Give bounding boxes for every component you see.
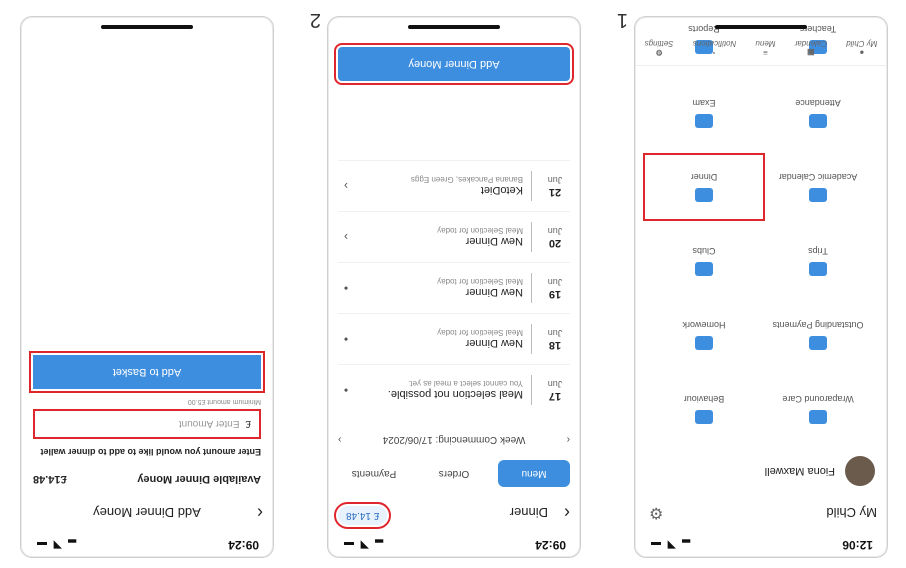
amount-placeholder: Enter Amount (178, 418, 240, 430)
tile-clubs[interactable]: Clubs (647, 229, 761, 293)
week-selector: ‹ Week Commencing: 17/06/2024 › (338, 434, 570, 445)
page-title: My Child (826, 505, 877, 521)
step-number-1: 1 (616, 9, 628, 31)
tab-orders[interactable]: Orders (418, 460, 490, 487)
dot-icon: • (343, 332, 349, 346)
page-title: Add Dinner Money (93, 505, 201, 521)
tile-icon (809, 262, 827, 276)
phone-screen-dinner: 09:24 ▂ ◥ ▬ ‹ Dinner £ 14.48 Menu Orders… (327, 16, 581, 558)
available-balance: Available Dinner Money £14.48 (33, 473, 261, 485)
status-time: 09:24 (228, 538, 259, 552)
tile-homework[interactable]: Homework (647, 303, 761, 367)
tile-icon (809, 188, 827, 202)
chevron-left-icon[interactable]: ‹ (567, 434, 570, 445)
day-list: 17 Jun Meal selection not possible. You ca… (338, 160, 570, 415)
gear-icon: ⚙ (655, 48, 663, 57)
tile-dinner[interactable]: Dinner (647, 155, 761, 219)
calendar-icon: ▦ (807, 48, 815, 57)
chevron-right-icon[interactable]: › (338, 434, 341, 445)
dot-icon: • (343, 281, 349, 295)
home-indicator (715, 25, 807, 29)
nav-menu[interactable]: ≡ Menu (755, 39, 775, 57)
dot-icon: • (343, 383, 349, 397)
nav-calendar[interactable]: ▦ Calendar (795, 39, 827, 57)
list-item[interactable]: 17 Jun Meal selection not possible. You ca… (338, 364, 570, 415)
phone-screen-add-dinner-money: 09:24 ▂ ◥ ▬ ‹ Add Dinner Money Available… (20, 16, 274, 558)
tile-wraparound-care[interactable]: Wraparound Care (761, 377, 875, 441)
nav-settings[interactable]: ⚙ Settings (645, 39, 674, 57)
tile-icon (809, 336, 827, 350)
week-label: Week Commencing: 17/06/2024 (382, 434, 526, 445)
tile-academic-calendar[interactable]: Academic Calendar (761, 155, 875, 219)
list-item[interactable]: 20 Jun New Dinner Meal Selection for today… (338, 211, 570, 262)
list-item[interactable]: 19 Jun New Dinner Meal Selection for today… (338, 262, 570, 313)
user-card[interactable]: Fiona Maxwell (647, 451, 875, 491)
nav-notifications[interactable]: ◔ Notifications (693, 39, 737, 57)
tab-bar: Menu Orders Payments (338, 460, 570, 487)
tile-icon (809, 410, 827, 424)
nav-my-child[interactable]: ● My Child (846, 39, 877, 57)
status-bar: 09:24 ▂ ◥ ▬ (21, 533, 273, 557)
status-time: 09:24 (535, 538, 566, 552)
amount-question: Enter amount you would like to add to di… (40, 447, 261, 457)
chevron-right-icon: › (344, 230, 348, 244)
back-arrow-icon[interactable]: ‹ (241, 503, 263, 524)
status-bar: 12:06 ▂ ◥ ▬ (635, 533, 887, 557)
bell-icon: ◔ (712, 48, 717, 57)
dinner-money-badge[interactable]: £ 14.48 (333, 502, 392, 529)
currency-symbol: £ (245, 418, 251, 430)
person-icon: ● (859, 48, 865, 57)
list-item[interactable]: 18 Jun New Dinner Meal Selection for today… (338, 313, 570, 364)
back-arrow-icon[interactable]: ‹ (548, 503, 570, 524)
tab-payments[interactable]: Payments (338, 460, 410, 487)
status-time: 12:06 (842, 538, 873, 552)
minimum-note: Minimum amount £5.00 (187, 398, 261, 405)
list-item[interactable]: 21 Jun KetoDiet Banana Pancakes, Green Egg… (338, 160, 570, 211)
status-icons: ▂ ◥ ▬ (649, 539, 690, 551)
step-number-2: 2 (309, 9, 321, 31)
tile-icon (695, 410, 713, 424)
add-dinner-money-button[interactable]: Add Dinner Money (334, 43, 574, 85)
chevron-right-icon: › (344, 179, 348, 193)
bottom-nav: ● My Child ▦ Calendar ≡ Menu ◔ Notifications… (635, 39, 887, 66)
tile-icon (695, 262, 713, 276)
phone-screen-my-child: 12:06 ▂ ◥ ▬ My Child ⚙ Fiona Maxwell Wra… (634, 16, 888, 558)
header: My Child (635, 495, 887, 531)
tile-outstanding-payments[interactable]: Outstanding Payments (761, 303, 875, 367)
amount-input[interactable]: £ Enter Amount (33, 409, 261, 439)
feature-grid: Wraparound Care Behaviour Outstanding Pa… (647, 16, 875, 441)
gear-icon[interactable]: ⚙ (649, 503, 663, 523)
tile-behaviour[interactable]: Behaviour (647, 377, 761, 441)
status-icons: ▂ ◥ ▬ (35, 539, 76, 551)
add-to-basket-button[interactable]: Add to Basket (29, 351, 265, 393)
tile-trips[interactable]: Trips (761, 229, 875, 293)
avatar (845, 456, 875, 486)
tile-icon (695, 336, 713, 350)
menu-icon: ≡ (763, 48, 768, 57)
tile-icon (809, 114, 827, 128)
header: ‹ Add Dinner Money (21, 495, 273, 531)
tile-exam[interactable]: Exam (647, 81, 761, 145)
user-name: Fiona Maxwell (764, 465, 835, 477)
storyboard: 12:06 ▂ ◥ ▬ My Child ⚙ Fiona Maxwell Wra… (0, 0, 906, 568)
tile-icon (695, 114, 713, 128)
tab-menu[interactable]: Menu (498, 460, 570, 487)
status-bar: 09:24 ▂ ◥ ▬ (328, 533, 580, 557)
status-icons: ▂ ◥ ▬ (342, 539, 383, 551)
home-indicator (101, 25, 193, 29)
tile-attendance[interactable]: Attendance (761, 81, 875, 145)
home-indicator (408, 25, 500, 29)
tile-icon (695, 188, 713, 202)
